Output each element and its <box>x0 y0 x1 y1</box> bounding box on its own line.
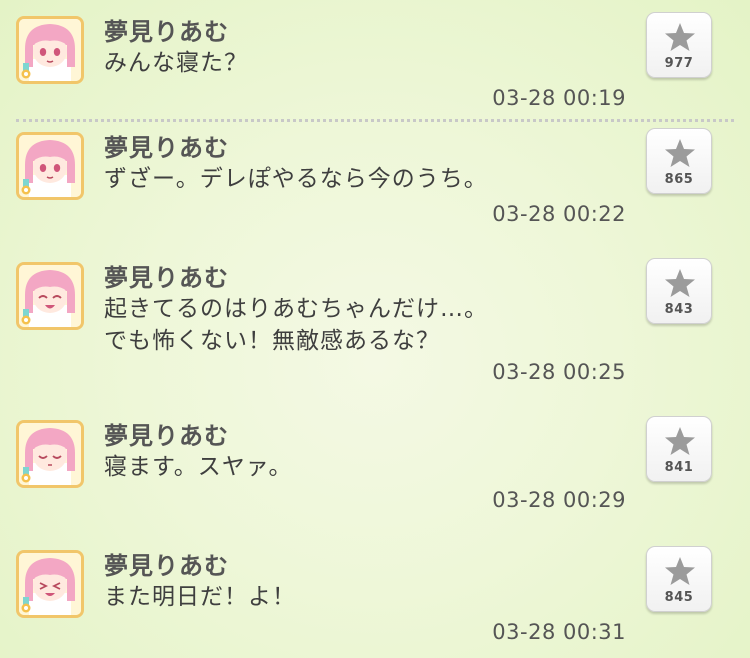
flower-icon <box>21 473 31 483</box>
star-icon <box>665 269 695 297</box>
message-line: みんな寝た？ <box>104 50 248 76</box>
favorite-count: 843 <box>664 302 694 317</box>
avatar[interactable] <box>16 550 84 618</box>
favorite-button[interactable]: 977 <box>646 12 712 78</box>
message-line: 起きてるのはりあむちゃんだけ…。 <box>104 296 488 322</box>
timestamp: 03-28 00:29 <box>492 488 626 512</box>
star-icon <box>665 23 695 51</box>
favorite-button[interactable]: 865 <box>646 128 712 194</box>
favorite-count: 845 <box>664 590 694 605</box>
timestamp: 03-28 00:22 <box>492 202 626 226</box>
favorite-count: 865 <box>664 172 694 187</box>
timestamp: 03-28 00:25 <box>492 360 626 384</box>
flower-icon <box>21 603 31 613</box>
star-icon <box>665 557 695 585</box>
author-name: 夢見りあむ <box>104 18 229 46</box>
author-name: 夢見りあむ <box>104 552 229 580</box>
favorite-count: 977 <box>664 56 694 71</box>
favorite-button[interactable]: 845 <box>646 546 712 612</box>
message-text: ずざー。デレぽやるなら今のうち。 <box>104 163 488 195</box>
divider <box>16 119 734 122</box>
message-text: 寝ます。スヤァ。 <box>104 451 293 483</box>
message-text: 起きてるのはりあむちゃんだけ…。 でも怖くない！無敵感あるな？ <box>104 293 488 357</box>
flower-icon <box>21 315 31 325</box>
avatar[interactable] <box>16 16 84 84</box>
message-text: みんな寝た？ <box>104 47 248 79</box>
avatar[interactable] <box>16 132 84 200</box>
favorite-count: 841 <box>664 460 694 475</box>
message-line: でも怖くない！無敵感あるな？ <box>104 328 440 354</box>
flower-icon <box>21 69 31 79</box>
message-line: 寝ます。スヤァ。 <box>104 454 293 480</box>
author-name: 夢見りあむ <box>104 422 229 450</box>
timestamp: 03-28 00:31 <box>492 620 626 644</box>
message-text: また明日だ！よ！ <box>104 581 296 613</box>
favorite-button[interactable]: 841 <box>646 416 712 482</box>
author-name: 夢見りあむ <box>104 264 229 292</box>
author-name: 夢見りあむ <box>104 134 229 162</box>
star-icon <box>665 427 695 455</box>
timestamp: 03-28 00:19 <box>492 86 626 110</box>
avatar[interactable] <box>16 420 84 488</box>
message-line: また明日だ！よ！ <box>104 584 296 610</box>
favorite-button[interactable]: 843 <box>646 258 712 324</box>
flower-icon <box>21 185 31 195</box>
star-icon <box>665 139 695 167</box>
avatar[interactable] <box>16 262 84 330</box>
message-line: ずざー。デレぽやるなら今のうち。 <box>104 166 488 192</box>
